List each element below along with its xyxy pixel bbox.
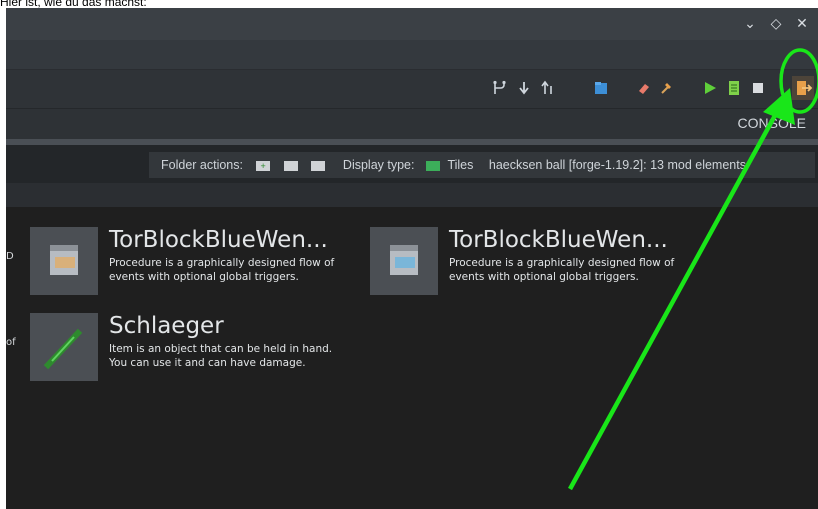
delete-folder-icon[interactable] [311,160,326,171]
folder-actions-label: Folder actions: [161,158,243,172]
build-file-icon[interactable] [726,80,742,96]
tile-description: Procedure is a graphically designed flow… [449,257,675,283]
tile-icon[interactable] [30,227,98,295]
sort-up-icon[interactable] [540,80,556,96]
maximize-icon[interactable]: ◇ [767,15,785,33]
display-type-value[interactable]: Tiles [447,158,473,172]
tile-description: Procedure is a graphically designed flow… [109,257,335,283]
run-icon[interactable] [702,80,718,96]
workspace-summary: haecksen ball [forge-1.19.2]: 13 mod ele… [488,158,746,172]
branch-icon[interactable] [492,80,508,96]
folder-blue-icon[interactable] [593,80,609,96]
procedure-file-icon [390,245,418,275]
workspace-actions-panel: Folder actions: + Display type: Tiles ha… [149,152,815,178]
arrow-down-icon[interactable] [516,80,532,96]
stop-icon[interactable] [750,80,766,96]
tiles-view-icon[interactable] [425,160,440,171]
new-folder-icon[interactable]: + [256,160,271,171]
cutoff-text: D [6,251,14,262]
console-bar: CONSOLE [6,109,818,139]
tile-icon[interactable] [30,313,98,381]
tile-description: Item is an object that can be held in ha… [109,343,333,369]
mcreator-window: ⌄ ◇ ✕ CONSOLE Folder actions: + Display … [6,8,818,509]
rename-folder-icon[interactable] [283,160,298,171]
green-stick-item-icon [43,328,83,370]
console-tab[interactable]: CONSOLE [738,115,806,131]
title-bar: ⌄ ◇ ✕ [6,8,818,40]
display-type-label: Display type: [342,158,415,172]
mod-elements-grid: D of TorBlockBlueWen... Procedure is a g… [6,207,818,509]
workspace-info-bar: Folder actions: + Display type: Tiles ha… [6,145,818,183]
eraser-icon[interactable] [636,80,652,96]
close-icon[interactable]: ✕ [793,15,811,33]
tile-title[interactable]: Schlaeger [109,313,224,339]
hammer-icon[interactable] [658,80,674,96]
cutoff-text: of [6,337,16,348]
caption-text: Hier ist, wie du das machst: [0,0,147,9]
tile-title[interactable]: TorBlockBlueWen... [109,227,328,253]
menu-bar [6,40,818,70]
tile-title[interactable]: TorBlockBlueWen... [449,227,668,253]
procedure-file-icon [50,245,78,275]
export-icon[interactable] [792,76,814,100]
tile-icon[interactable] [370,227,438,295]
minimize-icon[interactable]: ⌄ [741,15,759,33]
elements-header [6,183,818,207]
toolbar [6,70,818,109]
